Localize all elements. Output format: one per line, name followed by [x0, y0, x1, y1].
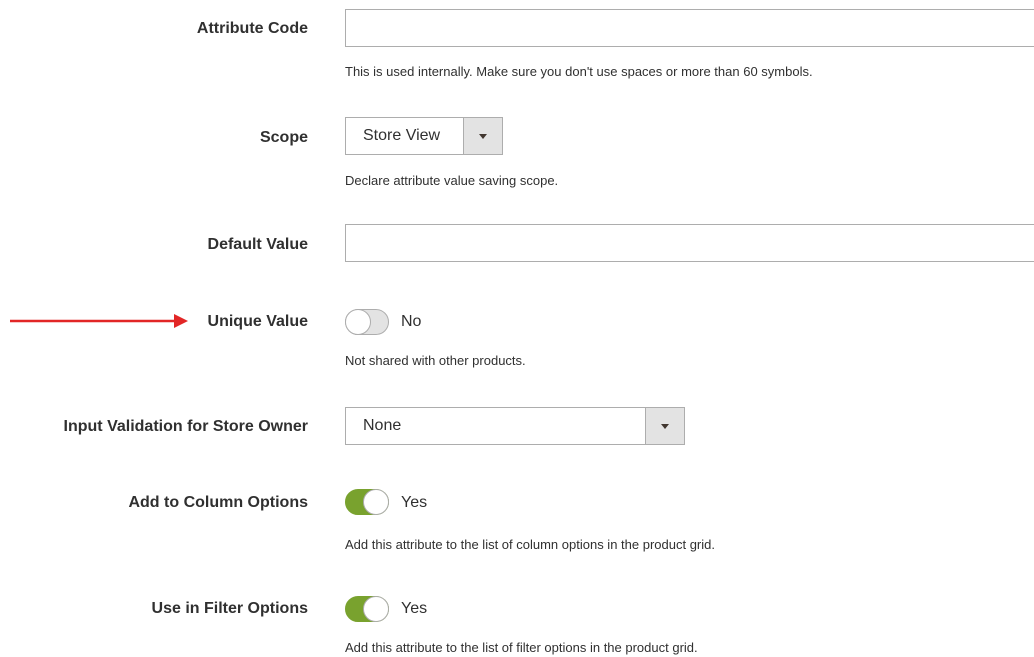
- toggle-knob: [363, 489, 389, 515]
- attribute-code-label: Attribute Code: [196, 20, 308, 37]
- input-validation-label: Input Validation for Store Owner: [63, 418, 308, 435]
- input-validation-select[interactable]: None: [345, 407, 685, 445]
- use-in-filter-options-note: Add this attribute to the list of filter…: [345, 640, 698, 655]
- unique-value-toggle[interactable]: [345, 309, 389, 335]
- add-to-column-options-label: Add to Column Options: [128, 494, 308, 511]
- red-arrow-icon: [10, 314, 188, 328]
- scope-dropdown-button[interactable]: [463, 118, 502, 154]
- chevron-down-icon: [661, 423, 669, 429]
- input-validation-selected-value: None: [363, 417, 402, 434]
- scope-label: Scope: [259, 129, 308, 146]
- attribute-code-note: This is used internally. Make sure you d…: [345, 64, 813, 79]
- unique-value-note: Not shared with other products.: [345, 353, 526, 368]
- chevron-down-icon: [479, 133, 487, 139]
- scope-select[interactable]: Store View: [345, 117, 503, 155]
- default-value-label: Default Value: [207, 236, 308, 253]
- add-to-column-options-state: Yes: [401, 494, 428, 511]
- input-validation-dropdown-button[interactable]: [645, 408, 684, 444]
- unique-value-label: Unique Value: [207, 313, 308, 330]
- use-in-filter-options-state: Yes: [401, 600, 428, 617]
- add-to-column-options-toggle[interactable]: [345, 489, 389, 515]
- unique-value-state: No: [401, 313, 422, 330]
- default-value-input[interactable]: [345, 224, 1034, 262]
- add-to-column-options-note: Add this attribute to the list of column…: [345, 537, 715, 552]
- toggle-knob: [363, 596, 389, 622]
- scope-selected-value: Store View: [363, 127, 441, 144]
- scope-note: Declare attribute value saving scope.: [345, 173, 559, 188]
- use-in-filter-options-label: Use in Filter Options: [151, 600, 308, 617]
- use-in-filter-options-toggle[interactable]: [345, 596, 389, 622]
- attribute-code-input[interactable]: [345, 9, 1034, 47]
- toggle-knob: [345, 309, 371, 335]
